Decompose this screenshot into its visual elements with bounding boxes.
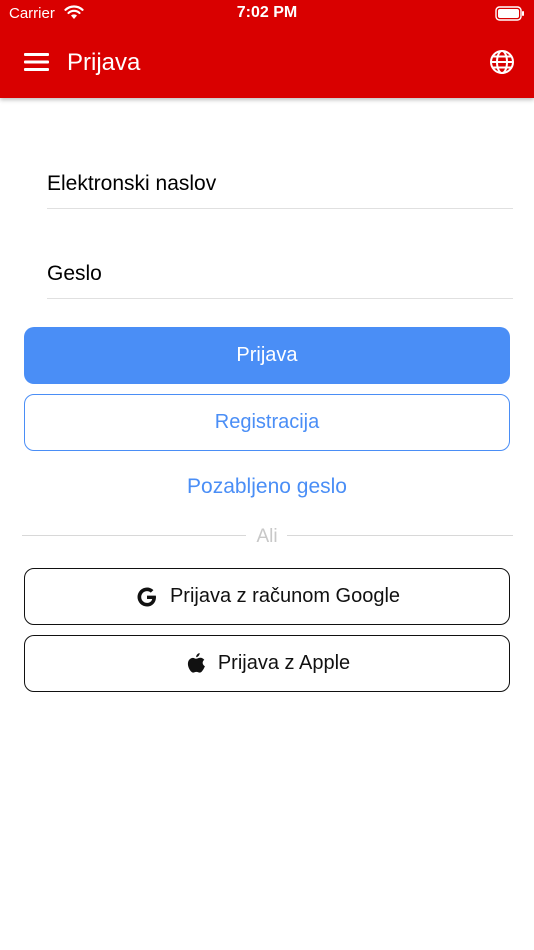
register-button[interactable]: Registracija [24, 394, 510, 451]
google-login-label: Prijava z računom Google [169, 585, 401, 607]
status-bar: Carrier 7:02 PM [0, 0, 534, 28]
status-time: 7:02 PM [236, 4, 298, 21]
login-button-label: Prijava [236, 344, 298, 366]
globe-icon[interactable] [489, 49, 515, 75]
divider-label: Ali [256, 526, 278, 547]
apple-login-button[interactable]: Prijava z Apple [24, 635, 510, 692]
password-input[interactable] [47, 249, 513, 298]
email-input[interactable] [47, 159, 513, 208]
battery-icon [495, 6, 524, 21]
password-field [47, 249, 513, 299]
apple-login-label: Prijava z Apple [217, 652, 351, 674]
menu-icon[interactable] [24, 52, 49, 72]
divider-right [287, 535, 513, 536]
register-button-label: Registracija [214, 411, 320, 433]
page-title: Prijava [67, 49, 141, 76]
forgot-password-link[interactable]: Pozabljeno geslo [0, 475, 534, 499]
email-field [47, 159, 513, 209]
google-login-button[interactable]: Prijava z računom Google [24, 568, 510, 625]
google-icon [137, 587, 156, 606]
app-header: Carrier 7:02 PM Prijava [0, 0, 534, 98]
login-button[interactable]: Prijava [24, 327, 510, 384]
apple-icon [187, 652, 205, 673]
